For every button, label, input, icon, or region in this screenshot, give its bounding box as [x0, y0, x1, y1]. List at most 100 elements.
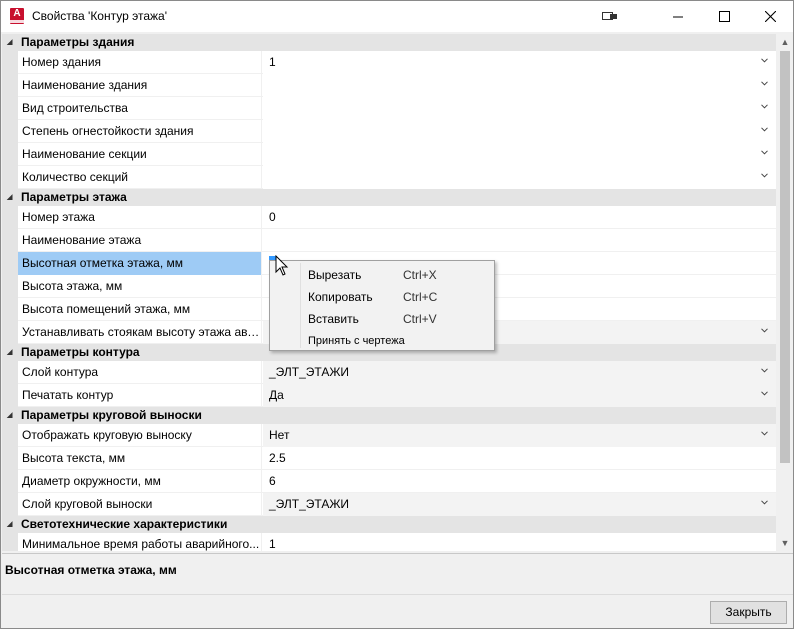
property-value[interactable] [263, 143, 776, 166]
property-value-text: 2.5 [269, 451, 286, 465]
property-value[interactable]: _ЭЛТ_ЭТАЖИ [263, 361, 776, 384]
chevron-down-icon[interactable] [761, 150, 768, 157]
property-name[interactable]: Высота помещений этажа, мм [18, 298, 262, 321]
context-menu: Вырезать Ctrl+X Копировать Ctrl+C Встави… [269, 260, 495, 351]
category-header[interactable]: ◢ Параметры этажа [2, 189, 776, 206]
property-value[interactable]: _ЭЛТ_ЭТАЖИ [263, 493, 776, 516]
property-value-text: Да [269, 388, 284, 402]
property-row[interactable]: Высота текста, мм 2.5 [2, 447, 776, 470]
scroll-up-icon[interactable]: ▲ [777, 34, 793, 50]
property-name[interactable]: Отображать круговую выноску [18, 424, 262, 447]
property-row[interactable]: Диаметр окружности, мм 6 [2, 470, 776, 493]
chevron-down-icon[interactable] [761, 104, 768, 111]
category-header[interactable]: ◢ Светотехнические характеристики [2, 516, 776, 533]
chevron-down-icon[interactable] [761, 58, 768, 65]
close-button[interactable]: Закрыть [710, 601, 787, 624]
chevron-down-icon[interactable] [761, 81, 768, 88]
menu-item-paste[interactable]: Вставить Ctrl+V [308, 309, 488, 329]
title-bar: A Свойства 'Контур этажа' [1, 1, 793, 32]
property-value[interactable] [263, 97, 776, 120]
row-gutter [2, 229, 18, 252]
property-row[interactable]: Количество секций [2, 166, 776, 189]
property-name[interactable]: Наименование секции [18, 143, 262, 166]
chevron-down-icon[interactable] [761, 368, 768, 375]
category-label: Параметры здания [21, 35, 135, 49]
menu-item-label: Вставить [308, 312, 359, 326]
property-row[interactable]: Печатать контур Да [2, 384, 776, 407]
property-value-text: 0 [269, 210, 276, 224]
row-gutter [2, 361, 18, 384]
property-row[interactable]: Степень огнестойкости здания [2, 120, 776, 143]
category-label: Параметры круговой выноски [21, 408, 202, 422]
property-value[interactable] [263, 166, 776, 189]
maximize-button[interactable] [701, 1, 747, 32]
menu-item-pick-from-drawing[interactable]: Принять с чертежа [308, 332, 488, 350]
property-name[interactable]: Устанавливать стоякам высоту этажа авто.… [18, 321, 262, 344]
property-name[interactable]: Печатать контур [18, 384, 262, 407]
property-value[interactable] [263, 74, 776, 97]
collapse-triangle-icon[interactable]: ◢ [7, 344, 12, 361]
chevron-down-icon[interactable] [761, 391, 768, 398]
chevron-down-icon[interactable] [761, 173, 768, 180]
property-value[interactable]: 1 [263, 51, 776, 74]
collapse-triangle-icon[interactable]: ◢ [7, 34, 12, 51]
property-row[interactable]: Отображать круговую выноску Нет [2, 424, 776, 447]
property-value[interactable]: Да [263, 384, 776, 407]
property-name[interactable]: Степень огнестойкости здания [18, 120, 262, 143]
collapse-triangle-icon[interactable]: ◢ [7, 407, 12, 424]
property-name[interactable]: Высота текста, мм [18, 447, 262, 470]
row-gutter [2, 143, 18, 166]
property-name[interactable]: Высотная отметка этажа, мм [18, 252, 262, 275]
row-gutter [2, 321, 18, 344]
property-row[interactable]: Минимальное время работы аварийного... 1 [2, 533, 776, 551]
menu-item-cut[interactable]: Вырезать Ctrl+X [308, 265, 488, 285]
chevron-down-icon[interactable] [761, 500, 768, 507]
minimize-button[interactable] [655, 1, 701, 32]
maximize-icon [718, 11, 730, 22]
property-name[interactable]: Наименование этажа [18, 229, 262, 252]
property-value[interactable]: 2.5 [263, 447, 776, 470]
chevron-down-icon[interactable] [761, 328, 768, 335]
property-value[interactable]: 1 [263, 533, 776, 551]
property-value[interactable]: 6 [263, 470, 776, 493]
row-gutter [2, 206, 18, 229]
property-name[interactable]: Минимальное время работы аварийного... [18, 533, 262, 551]
chevron-down-icon[interactable] [761, 127, 768, 134]
property-name[interactable]: Наименование здания [18, 74, 262, 97]
property-row[interactable]: Наименование этажа [2, 229, 776, 252]
scrollbar-thumb[interactable] [780, 51, 790, 463]
property-name[interactable]: Количество секций [18, 166, 262, 189]
property-row[interactable]: Слой контура _ЭЛТ_ЭТАЖИ [2, 361, 776, 384]
row-gutter [2, 298, 18, 321]
collapse-triangle-icon[interactable]: ◢ [7, 189, 12, 206]
restore-layout-icon[interactable] [602, 10, 620, 22]
category-header[interactable]: ◢ Параметры здания [2, 34, 776, 51]
property-name[interactable]: Диаметр окружности, мм [18, 470, 262, 493]
chevron-down-icon[interactable] [761, 431, 768, 438]
property-name[interactable]: Слой контура [18, 361, 262, 384]
property-row[interactable]: Наименование здания [2, 74, 776, 97]
scroll-down-icon[interactable]: ▼ [777, 535, 793, 551]
property-name[interactable]: Номер этажа [18, 206, 262, 229]
property-value[interactable] [263, 120, 776, 143]
category-header[interactable]: ◢ Параметры круговой выноски [2, 407, 776, 424]
close-window-button[interactable] [747, 1, 793, 32]
property-row[interactable]: Номер здания 1 [2, 51, 776, 74]
property-value[interactable] [263, 229, 776, 252]
property-row[interactable]: Наименование секции [2, 143, 776, 166]
property-row[interactable]: Слой круговой выноски _ЭЛТ_ЭТАЖИ [2, 493, 776, 516]
vertical-scrollbar[interactable]: ▲ ▼ [777, 34, 793, 551]
property-value[interactable]: 0 [263, 206, 776, 229]
row-gutter [2, 384, 18, 407]
category-label: Параметры этажа [21, 190, 127, 204]
property-name[interactable]: Номер здания [18, 51, 262, 74]
property-value[interactable]: Нет [263, 424, 776, 447]
property-row[interactable]: Номер этажа 0 [2, 206, 776, 229]
property-name[interactable]: Вид строительства [18, 97, 262, 120]
property-name[interactable]: Слой круговой выноски [18, 493, 262, 516]
menu-item-copy[interactable]: Копировать Ctrl+C [308, 287, 488, 307]
collapse-triangle-icon[interactable]: ◢ [7, 516, 12, 533]
property-row[interactable]: Вид строительства [2, 97, 776, 120]
button-bar: Закрыть [2, 594, 793, 628]
property-name[interactable]: Высота этажа, мм [18, 275, 262, 298]
